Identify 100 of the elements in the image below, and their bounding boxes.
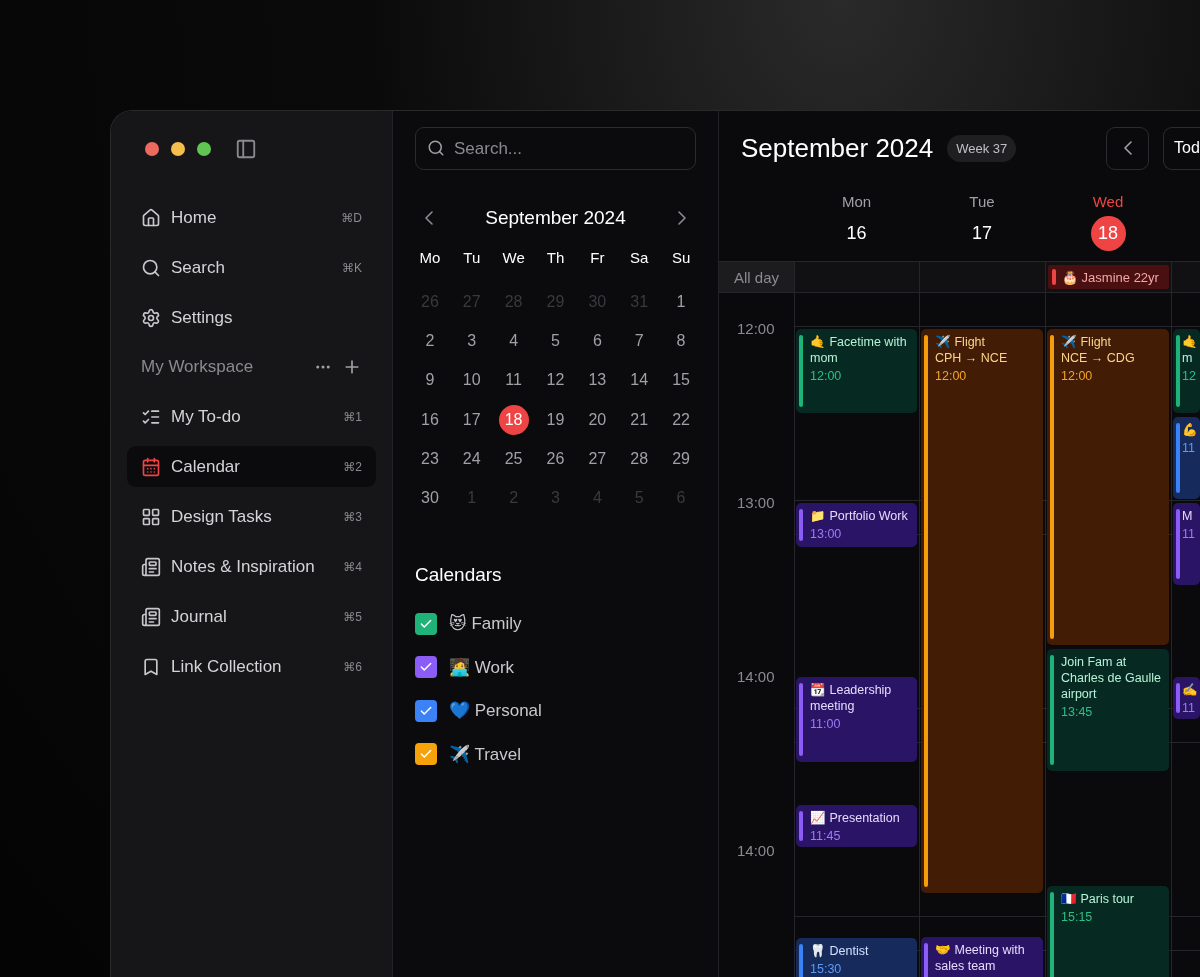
calendar-day[interactable]: 17 bbox=[456, 404, 487, 435]
event-card[interactable]: ✈ Flight CPH → NCE 12:00 bbox=[921, 329, 1043, 893]
calendar-day[interactable]: 15 bbox=[666, 365, 697, 396]
hour-label: 14:00 bbox=[736, 843, 776, 861]
event-card[interactable]: 🇫🇷 Paris tour 15:15 bbox=[1047, 886, 1169, 977]
event-card[interactable]: 📁 Portfolio Work 13:00 bbox=[796, 503, 917, 547]
weekday-label: Wed bbox=[1092, 193, 1124, 210]
day-number[interactable]: 16 bbox=[839, 216, 874, 251]
checkbox[interactable] bbox=[415, 612, 437, 635]
sidebar-item[interactable]: Settings bbox=[127, 297, 376, 338]
sidebar-item[interactable]: Design Tasks ⌘3 bbox=[127, 496, 376, 537]
event-time: 11 bbox=[1182, 440, 1196, 456]
event-card[interactable]: 🤙 m 12 bbox=[1173, 329, 1200, 413]
close-button[interactable] bbox=[145, 142, 159, 156]
calendar-day[interactable]: 25 bbox=[498, 443, 529, 474]
event-title: 📆 Leadership meeting bbox=[810, 682, 893, 714]
chevron-left-icon[interactable] bbox=[1123, 141, 1132, 155]
event-card[interactable]: Join Fam at Charles de Gaulle airport 13:45 bbox=[1047, 649, 1169, 771]
today-button[interactable]: Tod bbox=[1163, 126, 1200, 170]
hour-label: 14:00 bbox=[736, 669, 776, 687]
calendar-label: 😻 Family bbox=[449, 613, 522, 635]
event-time: 13:00 bbox=[810, 526, 843, 542]
calendar-day[interactable]: 13 bbox=[582, 365, 613, 396]
shortcut-label: ⌘4 bbox=[343, 559, 362, 574]
calendar-day[interactable]: 7 bbox=[624, 325, 655, 356]
minimize-button[interactable] bbox=[171, 142, 185, 156]
calendar-day[interactable]: 20 bbox=[582, 404, 613, 435]
next-month-icon[interactable] bbox=[678, 211, 686, 225]
search-field[interactable]: Search... bbox=[415, 127, 696, 170]
event-card[interactable]: 🤝 Meeting with sales team bbox=[921, 937, 1043, 977]
sidebar-toggle-icon[interactable] bbox=[235, 138, 257, 160]
checkbox[interactable] bbox=[415, 699, 437, 722]
checkbox[interactable] bbox=[415, 743, 437, 766]
day-number[interactable]: 17 bbox=[964, 216, 1000, 251]
sidebar-item[interactable]: Journal ⌘5 bbox=[127, 596, 376, 637]
event-subtitle: NCE → CDG bbox=[1061, 350, 1136, 366]
event-title: 🎂 Jasmine 22yr bbox=[1062, 269, 1159, 285]
calendar-day[interactable]: 29 bbox=[666, 443, 697, 474]
event-card[interactable]: 💪 11 bbox=[1173, 417, 1200, 499]
calendar-day[interactable]: 19 bbox=[540, 404, 571, 435]
event-title: 🇫🇷 Paris tour bbox=[1061, 891, 1135, 907]
calendar-day[interactable]: 11 bbox=[498, 365, 529, 396]
sidebar-item[interactable]: Home ⌘D bbox=[127, 197, 376, 238]
calendar-day[interactable]: 10 bbox=[456, 365, 487, 396]
event-card[interactable]: 🤙 Facetime with mom 12:00 bbox=[796, 329, 917, 413]
calendar-day[interactable]: 6 bbox=[582, 325, 613, 356]
event-card[interactable]: M 11 bbox=[1173, 503, 1200, 585]
calendar-day[interactable]: 2 bbox=[414, 325, 445, 356]
previous-month-icon[interactable] bbox=[425, 211, 433, 225]
calendar-day[interactable]: 28 bbox=[624, 443, 655, 474]
event-card[interactable]: ✈ Flight NCE → CDG 12:00 bbox=[1047, 329, 1169, 645]
shortcut-label: ⌘2 bbox=[343, 459, 362, 474]
sidebar-item[interactable]: My To-do ⌘1 bbox=[127, 396, 376, 437]
event-title: 📁 Portfolio Work bbox=[810, 508, 909, 524]
shortcut-label: ⌘3 bbox=[343, 509, 362, 524]
calendar-day[interactable]: 3 bbox=[456, 325, 487, 356]
sidebar-item[interactable]: Calendar ⌘2 bbox=[127, 446, 376, 487]
sidebar-item-label: Notes & Inspiration bbox=[171, 556, 315, 577]
event-card[interactable]: ✍ 11 bbox=[1173, 677, 1200, 719]
calendar-day[interactable]: 23 bbox=[414, 443, 445, 474]
event-card[interactable]: 📆 Leadership meeting 11:00 bbox=[796, 677, 917, 762]
sidebar-item-label: Search bbox=[171, 257, 225, 278]
sidebar-item-label: Design Tasks bbox=[171, 506, 272, 527]
event-time: 11 bbox=[1182, 526, 1196, 542]
event-card[interactable]: 🦷 Dentist 15:30 bbox=[796, 938, 917, 977]
calendar-day[interactable]: 1 bbox=[666, 286, 697, 317]
calendar-label: ✈ Travel bbox=[449, 743, 522, 765]
settings-icon bbox=[141, 307, 161, 328]
calendar-day[interactable]: 12 bbox=[540, 365, 571, 396]
calendar-day[interactable]: 5 bbox=[540, 325, 571, 356]
day-number[interactable]: 18 bbox=[1090, 216, 1126, 251]
calendar-day[interactable]: 24 bbox=[456, 443, 487, 474]
calendar-day[interactable]: 8 bbox=[666, 325, 697, 356]
event-title: 🤙 Facetime with mom bbox=[810, 334, 908, 366]
sidebar-item[interactable]: Search ⌘K bbox=[127, 247, 376, 288]
event-title: ✈ Flight bbox=[1061, 334, 1113, 350]
week-badge: Week 37 bbox=[947, 134, 1017, 162]
section-title: My Workspace bbox=[141, 357, 254, 377]
hour-label: 12:00 bbox=[736, 321, 776, 339]
all-day-event[interactable]: 🎂 Jasmine 22yr bbox=[1048, 265, 1169, 289]
checkbox[interactable] bbox=[415, 656, 437, 679]
document-icon bbox=[141, 556, 161, 577]
calendar-day[interactable]: 14 bbox=[624, 365, 655, 396]
calendar-day[interactable]: 22 bbox=[666, 404, 697, 435]
calendar-day[interactable]: 27 bbox=[582, 443, 613, 474]
calendar-day[interactable]: 30 bbox=[414, 483, 445, 514]
sidebar-item[interactable]: Link Collection ⌘6 bbox=[127, 646, 376, 687]
sidebar-item-label: Calendar bbox=[171, 456, 240, 477]
sidebar-item[interactable]: Notes & Inspiration ⌘4 bbox=[127, 546, 376, 587]
event-title: 🦷 Dentist bbox=[810, 943, 870, 959]
maximize-button[interactable] bbox=[197, 142, 211, 156]
event-card[interactable]: 📈 Presentation 11:45 bbox=[796, 805, 917, 847]
calendar-day[interactable]: 26 bbox=[540, 443, 571, 474]
calendar-day[interactable]: 18 bbox=[498, 404, 529, 435]
calendar-day[interactable]: 16 bbox=[414, 404, 445, 435]
calendar-icon bbox=[141, 456, 161, 477]
calendar-day[interactable]: 4 bbox=[498, 325, 529, 356]
calendar-day[interactable]: 9 bbox=[414, 365, 445, 396]
event-time: 11:00 bbox=[810, 716, 842, 732]
calendar-day[interactable]: 21 bbox=[624, 404, 655, 435]
